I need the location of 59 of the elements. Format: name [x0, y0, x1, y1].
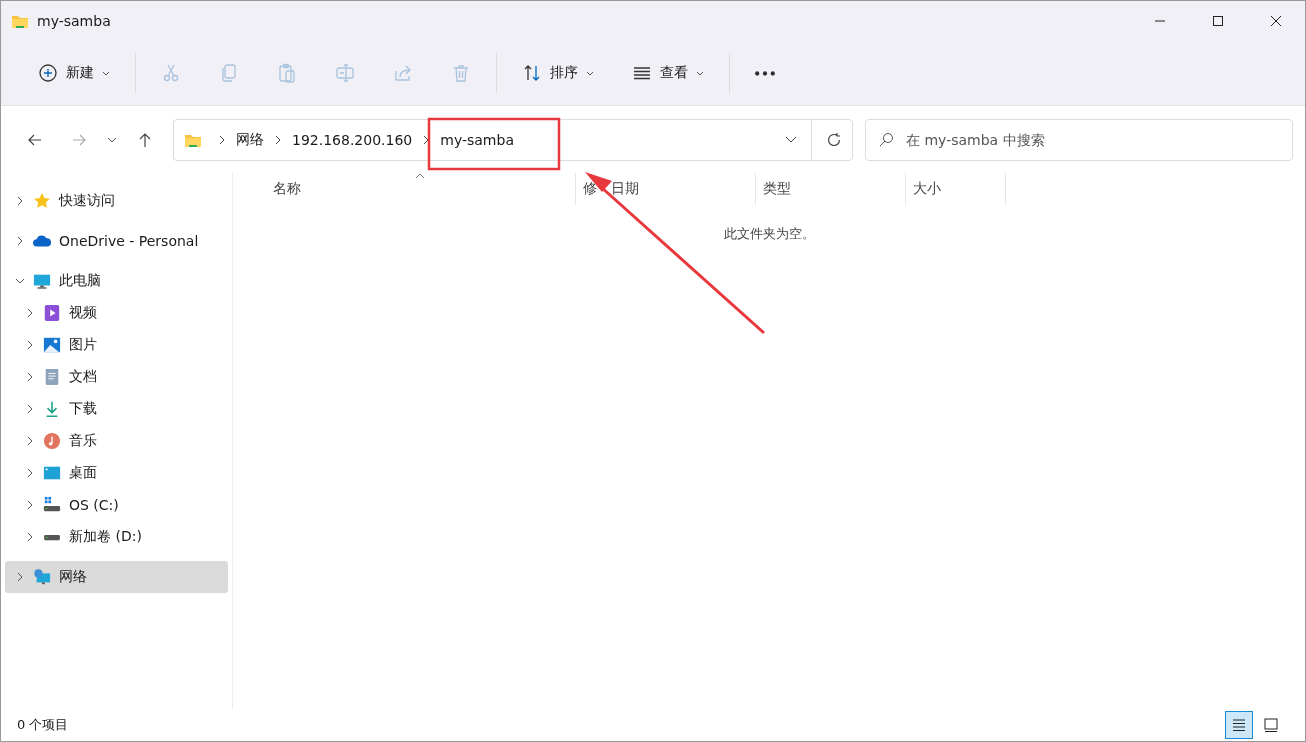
sidebar-item[interactable]: 此电脑 — [5, 265, 228, 297]
chevron-icon — [275, 134, 281, 145]
item-count: 0 个项目 — [17, 716, 69, 734]
star-icon — [33, 192, 51, 210]
new-button[interactable]: 新建 — [19, 51, 129, 95]
folder-icon — [11, 13, 29, 29]
video-icon — [43, 304, 61, 322]
sidebar-item[interactable]: 下载 — [5, 393, 228, 425]
breadcrumb[interactable]: 192.168.200.160 — [292, 131, 413, 148]
collapsed-chevron-icon[interactable] — [25, 340, 35, 350]
sort-button[interactable]: 排序 — [503, 51, 613, 95]
picture-icon — [43, 336, 61, 354]
search-input[interactable]: 在 my-samba 中搜索 — [904, 130, 1280, 149]
collapsed-chevron-icon[interactable] — [25, 532, 35, 542]
view-button[interactable]: 查看 — [613, 51, 723, 95]
collapsed-chevron-icon[interactable] — [15, 196, 25, 206]
desktop-icon — [43, 464, 61, 482]
drive-icon — [43, 533, 61, 541]
breadcrumb[interactable]: my-samba — [440, 131, 514, 148]
sidebar-item[interactable]: 新加卷 (D:) — [5, 521, 228, 553]
address-bar[interactable]: 网络 192.168.200.160 my-samba — [173, 118, 853, 161]
collapsed-chevron-icon[interactable] — [25, 404, 35, 414]
list-icon — [1231, 717, 1247, 733]
sidebar-item[interactable]: 桌面 — [5, 457, 228, 489]
empty-message: 此文件夹为空。 — [722, 225, 816, 243]
expanded-chevron-icon[interactable] — [15, 276, 25, 286]
sidebar-item[interactable]: 网络 — [5, 561, 228, 593]
chevron-icon — [423, 134, 430, 145]
column-header[interactable]: 名称 — [233, 173, 576, 205]
collapsed-chevron-icon[interactable] — [25, 308, 35, 318]
collapsed-chevron-icon[interactable] — [15, 572, 25, 582]
sidebar-item[interactable]: 快速访问 — [5, 185, 228, 217]
sidebar-item[interactable]: 视频 — [5, 297, 228, 329]
music-icon — [43, 432, 61, 450]
document-icon — [43, 368, 61, 386]
sidebar-item[interactable]: 文档 — [5, 361, 228, 393]
tiles-icon — [1263, 717, 1279, 733]
column-header[interactable]: 类型 — [756, 173, 906, 205]
collapsed-chevron-icon[interactable] — [25, 372, 35, 382]
search-field[interactable]: 在 my-samba 中搜索 — [865, 118, 1293, 161]
search-icon — [878, 131, 894, 148]
column-header[interactable]: 大小 — [906, 173, 1006, 205]
breadcrumb[interactable]: 网络 — [236, 130, 264, 149]
details-view-button[interactable] — [1225, 711, 1253, 739]
collapsed-chevron-icon[interactable] — [25, 436, 35, 446]
sidebar-item[interactable]: 图片 — [5, 329, 228, 361]
collapsed-chevron-icon[interactable] — [15, 236, 25, 246]
dropdown-icon[interactable] — [785, 136, 797, 143]
network-icon — [33, 568, 51, 586]
sidebar-item[interactable]: OS (C:) — [5, 489, 228, 521]
window-title: my-samba — [37, 13, 111, 29]
sidebar-item[interactable]: 音乐 — [5, 425, 228, 457]
refresh-icon[interactable] — [826, 131, 842, 148]
sidebar-item[interactable]: OneDrive - Personal — [5, 225, 228, 257]
collapsed-chevron-icon[interactable] — [25, 500, 35, 510]
chevron-icon — [219, 134, 225, 145]
monitor-icon — [33, 272, 51, 290]
collapsed-chevron-icon[interactable] — [25, 468, 35, 478]
drive-icon — [43, 496, 61, 514]
